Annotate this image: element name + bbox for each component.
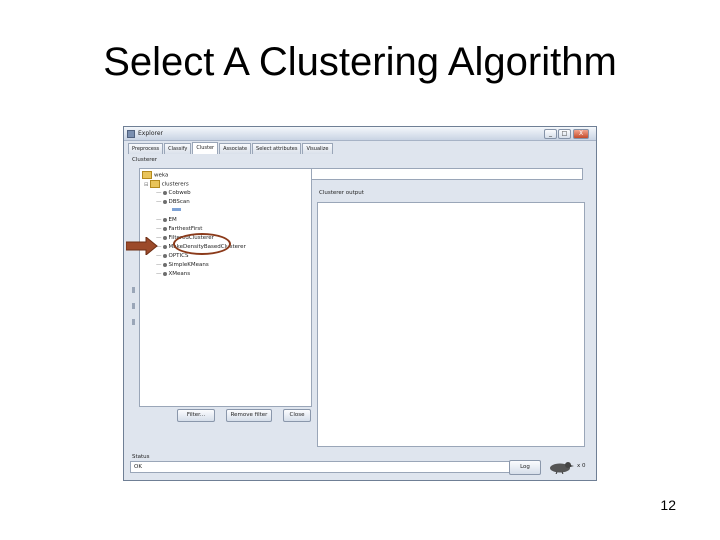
tree-popup-buttons: Filter... Remove filter Close (140, 407, 311, 422)
status-label: Status (132, 454, 150, 460)
clusterer-tree-popup: weka ⊟ clusterers — Cobweb — DBScan — EM — Fa… (126, 168, 312, 407)
remove-filter-button[interactable]: Remove filter (226, 409, 272, 422)
highlight-ellipse (173, 233, 231, 255)
folder-icon (142, 171, 152, 179)
tab-select-attributes[interactable]: Select attributes (252, 143, 302, 154)
close-popup-button[interactable]: Close (283, 409, 311, 422)
page-number: 12 (660, 497, 676, 513)
clusterer-output-panel[interactable] (317, 202, 585, 447)
tree-item-simplekmeans[interactable]: — SimpleKMeans (156, 261, 209, 270)
status-bar: OK (130, 461, 510, 473)
log-button[interactable]: Log (509, 460, 541, 475)
app-icon (127, 130, 135, 138)
slide-title: Select A Clustering Algorithm (103, 40, 617, 84)
window-titlebar: Explorer _ □ X (124, 127, 596, 141)
maximize-button[interactable]: □ (558, 129, 571, 139)
tree-item-em[interactable]: — EM (156, 216, 177, 225)
tree-root[interactable]: weka (142, 171, 168, 180)
right-arrow-icon (126, 237, 158, 255)
tree-root-label: weka (154, 172, 169, 179)
clusterer-choice-field[interactable] (309, 168, 583, 180)
left-panel-strip (132, 287, 136, 337)
tree-selection-marker (172, 206, 181, 215)
tree-item-xmeans[interactable]: — XMeans (156, 270, 190, 279)
tab-bar: Preprocess Classify Cluster Associate Se… (128, 142, 334, 154)
task-count: x 0 (577, 463, 586, 469)
tree-item-cobweb[interactable]: — Cobweb (156, 189, 191, 198)
minimize-button[interactable]: _ (544, 129, 557, 139)
tab-associate[interactable]: Associate (219, 143, 252, 154)
tree-folder-label: clusterers (161, 181, 189, 188)
close-button[interactable]: X (573, 129, 589, 139)
tree-item-optics[interactable]: — OPTICS (156, 252, 188, 261)
tab-preprocess[interactable]: Preprocess (128, 143, 164, 154)
tab-classify[interactable]: Classify (164, 143, 192, 154)
filter-button[interactable]: Filter... (177, 409, 215, 422)
folder-icon (149, 180, 160, 188)
weka-bird-icon[interactable] (546, 460, 574, 474)
tree-folder-clusterers[interactable]: ⊟ clusterers (144, 180, 189, 189)
weka-explorer-window: Explorer _ □ X Preprocess Classify Clust… (123, 126, 597, 481)
window-title: Explorer (138, 130, 163, 137)
clusterer-output-label: Clusterer output (319, 190, 364, 196)
clusterer-section-label: Clusterer (132, 157, 158, 163)
tab-cluster[interactable]: Cluster (192, 142, 219, 154)
tab-visualize[interactable]: Visualize (302, 143, 333, 154)
